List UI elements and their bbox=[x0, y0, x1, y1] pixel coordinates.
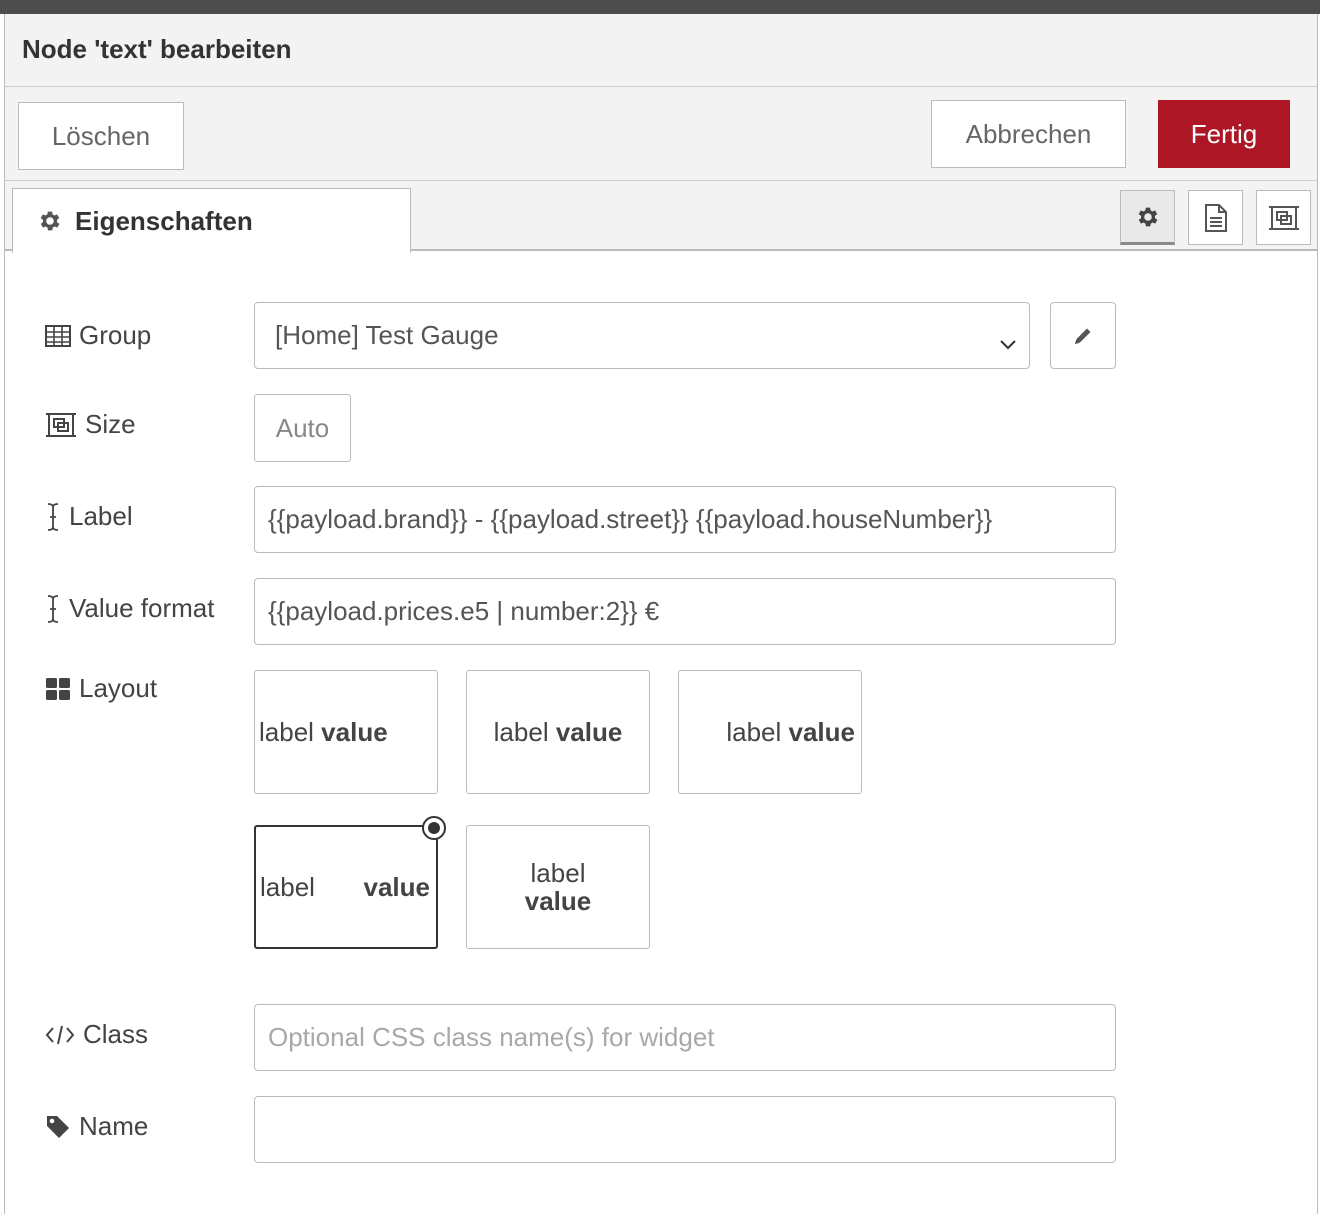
edit-dialog: Node 'text' bearbeiten Löschen Abbrechen… bbox=[4, 14, 1318, 1214]
value-format-label: Value format bbox=[45, 593, 214, 624]
done-button[interactable]: Fertig bbox=[1158, 100, 1290, 168]
layout-option-column[interactable]: label value bbox=[466, 825, 650, 949]
name-input[interactable] bbox=[254, 1096, 1116, 1163]
code-icon bbox=[45, 1024, 75, 1046]
appearance-icon bbox=[1268, 203, 1300, 233]
dialog-header: Node 'text' bearbeiten bbox=[5, 14, 1317, 87]
group-label: Group bbox=[45, 320, 151, 351]
tab-properties[interactable]: Eigenschaften bbox=[12, 188, 411, 253]
text-cursor-icon bbox=[45, 502, 61, 532]
gear-icon bbox=[37, 208, 63, 234]
name-label: Name bbox=[45, 1111, 148, 1142]
table-icon bbox=[45, 324, 71, 347]
layout-label: Layout bbox=[45, 673, 157, 704]
layout-option-row-left[interactable]: label value bbox=[254, 670, 438, 794]
text-cursor-icon bbox=[45, 594, 61, 624]
size-label: Size bbox=[45, 409, 136, 440]
class-label: Class bbox=[45, 1019, 148, 1050]
dialog-title: Node 'text' bearbeiten bbox=[22, 34, 292, 64]
class-input[interactable]: Optional CSS class name(s) for widget bbox=[254, 1004, 1116, 1071]
group-select[interactable]: [Home] Test Gauge bbox=[254, 302, 1030, 369]
delete-button[interactable]: Löschen bbox=[18, 102, 184, 170]
tab-settings[interactable] bbox=[1120, 190, 1175, 245]
layout-option-row-spread[interactable]: label value bbox=[254, 825, 438, 949]
pencil-icon bbox=[1071, 324, 1095, 348]
tab-properties-label: Eigenschaften bbox=[75, 205, 253, 236]
layout-option-row-center[interactable]: label value bbox=[466, 670, 650, 794]
grid-icon bbox=[45, 677, 71, 701]
tab-bar: Eigenschaften bbox=[5, 181, 1317, 253]
description-icon bbox=[1203, 203, 1229, 233]
layout-option-row-right[interactable]: label value bbox=[678, 670, 862, 794]
label-label: Label bbox=[45, 501, 133, 532]
size-icon bbox=[45, 410, 77, 440]
cancel-button[interactable]: Abbrechen bbox=[931, 100, 1126, 168]
size-button[interactable]: Auto bbox=[254, 394, 351, 462]
tab-appearance[interactable] bbox=[1256, 190, 1311, 245]
dialog-toolbar: Löschen Abbrechen Fertig bbox=[5, 87, 1317, 181]
selected-radio-icon bbox=[422, 816, 446, 840]
tag-icon bbox=[45, 1114, 71, 1140]
value-format-input[interactable]: {{payload.prices.e5 | number:2}} € bbox=[254, 578, 1116, 645]
label-input[interactable]: {{payload.brand}} - {{payload.street}} {… bbox=[254, 486, 1116, 553]
tab-description[interactable] bbox=[1188, 190, 1243, 245]
gear-icon bbox=[1135, 204, 1161, 230]
top-bar bbox=[0, 0, 1320, 14]
chevron-down-icon bbox=[999, 327, 1017, 358]
edit-group-button[interactable] bbox=[1050, 302, 1116, 369]
